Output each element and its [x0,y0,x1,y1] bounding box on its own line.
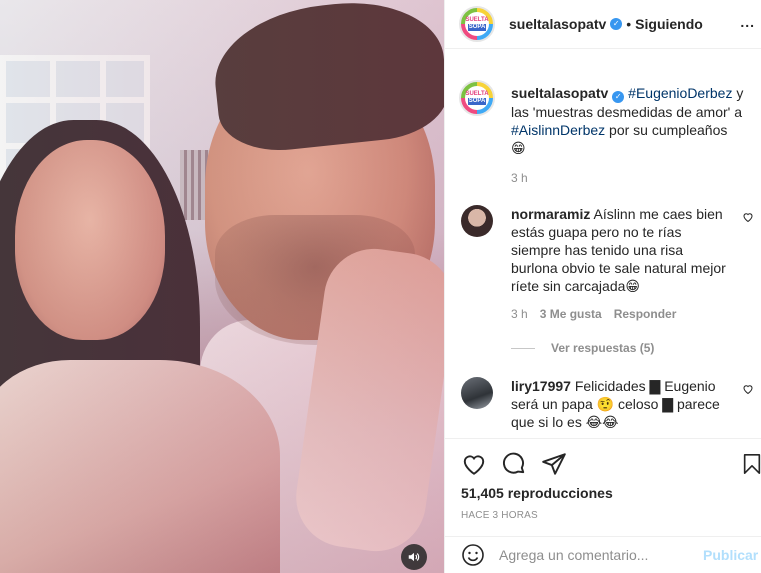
comment-username[interactable]: normaramiz [511,206,590,222]
bookmark-icon[interactable] [741,451,761,477]
emoji-icon[interactable] [461,543,485,567]
comment-item: liry17997 Felicidades ▇ Eugenio será un … [445,377,761,431]
post-video[interactable] [0,0,444,573]
video-vignette [0,0,444,573]
comment-likes[interactable]: 3 Me gusta [540,305,602,323]
comment-time: 3 h [511,307,528,321]
volume-icon [408,552,420,562]
volume-button[interactable] [401,544,427,570]
replies-divider [511,347,535,349]
caption: SUELTA SOPA sueltalasopatv ✓ #EugenioDerb… [445,64,761,187]
comment-heart-icon[interactable] [742,211,754,223]
add-comment-bar: Publicar [445,536,761,573]
comment-icon[interactable] [501,451,527,477]
comment-meta: 3 h 3 Me gusta Responder [511,305,731,323]
instagram-post: SUELTA SOPA sueltalasopatv ✓ • Siguiendo… [0,0,761,573]
comments-list[interactable]: SUELTA SOPA sueltalasopatv ✓ #EugenioDerb… [445,64,761,438]
more-options-button[interactable]: ... [740,14,755,30]
avatar[interactable]: SUELTA SOPA [459,6,495,42]
comment-body: normaramiz Aíslinn me caes bien estás gu… [511,205,731,323]
caption-username[interactable]: sueltalasopatv [511,85,608,101]
post-timestamp[interactable]: HACE 3 HORAS [461,510,538,521]
verified-icon: ✓ [610,18,623,30]
verified-icon: ✓ [612,91,625,103]
comment-body: liry17997 Felicidades ▇ Eugenio será un … [511,377,731,431]
caption-avatar[interactable]: SUELTA SOPA [459,80,495,116]
hashtag-link[interactable]: #AislinnDerbez [511,122,605,138]
comment-username[interactable]: liry17997 [511,378,571,394]
caption-body-2: por su cumpleaños [605,122,728,138]
view-replies-label: Ver respuestas (5) [551,341,655,355]
caption-avatar-logo-text-2: SOPA [467,98,487,105]
comment-heart-icon[interactable] [742,383,754,395]
commenter-avatar[interactable] [461,205,493,237]
publish-button[interactable]: Publicar [703,547,758,563]
view-replies-button[interactable]: Ver respuestas (5) [511,341,761,355]
reply-button[interactable]: Responder [614,305,677,323]
post-header: SUELTA SOPA sueltalasopatv ✓ • Siguiendo… [445,0,761,49]
avatar-logo-text-2: SOPA [467,24,487,31]
follow-separator: • [626,16,632,32]
caption-text: sueltalasopatv ✓ #EugenioDerbez y las 'mu… [511,84,756,187]
hashtag-link[interactable]: #EugenioDerbez [628,85,732,101]
caption-avatar-logo-text-1: SUELTA [465,91,489,97]
send-icon[interactable] [541,451,567,477]
avatar-logo-text-1: SUELTA [465,17,489,23]
comment-input[interactable] [499,547,689,563]
views-count[interactable]: 51,405 reproducciones [461,485,613,501]
following-button[interactable]: Siguiendo [635,16,703,32]
heart-icon[interactable] [461,451,487,477]
post-sidebar: SUELTA SOPA sueltalasopatv ✓ • Siguiendo… [444,0,761,573]
header-username[interactable]: sueltalasopatv [509,16,606,32]
caption-emoji: 😁 [511,140,526,156]
post-actions [445,438,761,482]
commenter-avatar[interactable] [461,377,493,409]
comment-item: normaramiz Aíslinn me caes bien estás gu… [445,205,761,323]
caption-time: 3 h [511,171,528,185]
